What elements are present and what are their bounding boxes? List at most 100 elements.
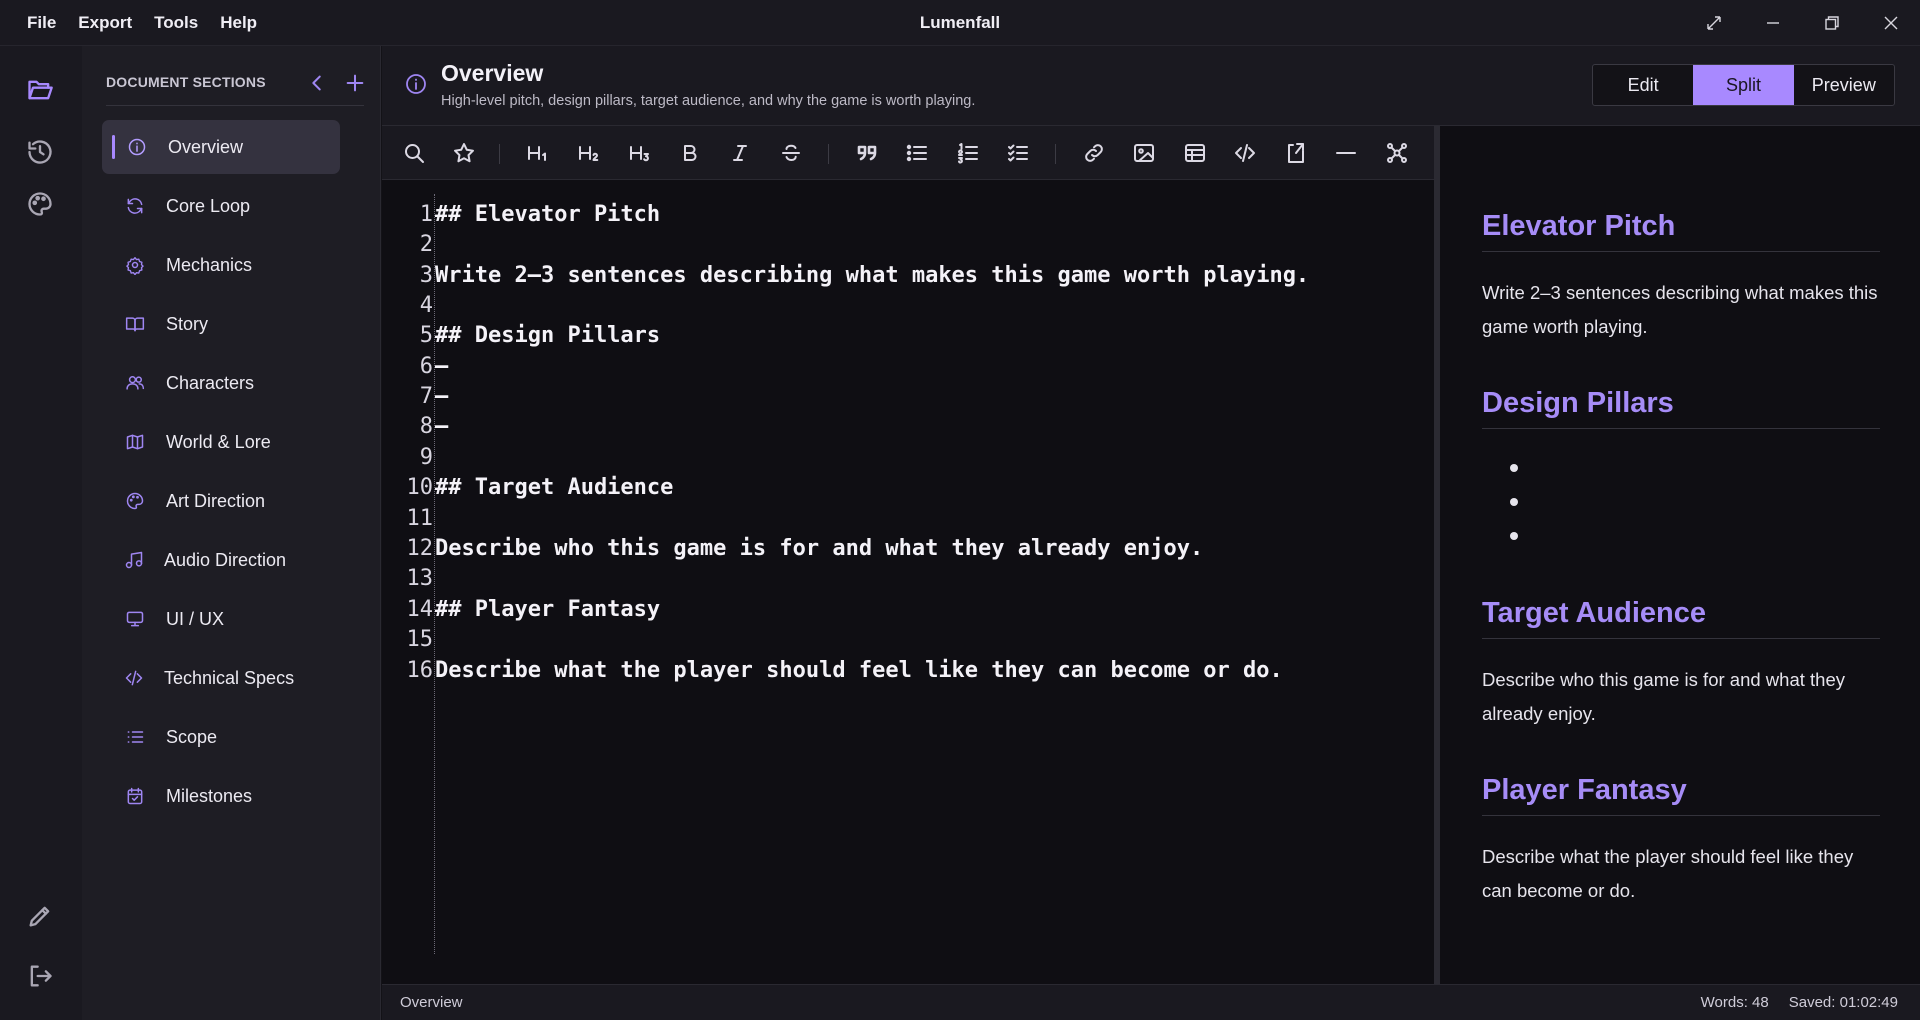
- horizontal-rule-button[interactable]: [1332, 139, 1360, 167]
- minimize-button[interactable]: [1743, 0, 1802, 46]
- diagram-button[interactable]: [1383, 139, 1411, 167]
- chevron-left-icon: [312, 75, 321, 91]
- fullscreen-button[interactable]: [1684, 0, 1743, 46]
- folder-open-icon: [28, 80, 53, 100]
- music-icon: [124, 549, 144, 571]
- insert-template-button[interactable]: [1282, 139, 1310, 167]
- status-right: Words: 48 Saved: 01:02:49: [1701, 994, 1898, 1011]
- sidebar-item-scope[interactable]: Scope: [102, 710, 278, 764]
- sidebar-header: DOCUMENT SECTIONS: [106, 66, 364, 106]
- menu-export[interactable]: Export: [67, 13, 143, 33]
- sidebar-item-core-loop[interactable]: Core Loop: [102, 179, 278, 233]
- bold-icon: [684, 145, 697, 161]
- sidebar-item-label: Scope: [166, 726, 218, 747]
- menu-help[interactable]: Help: [209, 13, 268, 33]
- nodes-icon: [1387, 143, 1407, 163]
- minimize-icon: [1766, 22, 1779, 24]
- code-line: 2: [419, 232, 433, 257]
- preview-heading: Elevator Pitch: [1482, 210, 1880, 252]
- users-icon: [124, 372, 146, 394]
- rail-history-button[interactable]: [18, 130, 62, 174]
- code-block-button[interactable]: [1231, 139, 1259, 167]
- code-line: 6–: [419, 354, 449, 379]
- edit-mode-button[interactable]: Edit: [1593, 65, 1693, 105]
- split-mode-button[interactable]: Split: [1693, 65, 1794, 105]
- sidebar-item-label: Story: [166, 313, 209, 334]
- rail-theme-button[interactable]: [18, 182, 62, 226]
- plus-icon: [346, 74, 364, 92]
- document-header: Overview High-level pitch, design pillar…: [382, 46, 1920, 126]
- sidebar-item-label: Characters: [166, 372, 255, 393]
- code-line: 4: [419, 293, 433, 318]
- clipboard-icon: [1288, 143, 1304, 163]
- restore-button[interactable]: [1802, 0, 1861, 46]
- code-line: 7–: [419, 384, 449, 409]
- heading-2-icon: [579, 146, 599, 161]
- strikethrough-button[interactable]: [777, 139, 805, 167]
- heading-2-button[interactable]: [575, 139, 603, 167]
- bold-button[interactable]: [676, 139, 704, 167]
- logout-icon: [30, 965, 52, 987]
- preview-paragraph: Write 2–3 sentences describing what make…: [1482, 282, 1878, 337]
- view-mode-toggle: Edit Split Preview: [1592, 64, 1895, 106]
- preview-mode-button[interactable]: Preview: [1794, 65, 1894, 105]
- code-line: 11: [406, 506, 434, 531]
- search-button[interactable]: [400, 139, 428, 167]
- heading-1-button[interactable]: [524, 139, 552, 167]
- sidebar-item-story[interactable]: Story: [102, 297, 278, 351]
- insert-link-button[interactable]: [1080, 139, 1108, 167]
- task-list-button[interactable]: [1004, 139, 1032, 167]
- numbered-list-button[interactable]: [954, 139, 982, 167]
- sidebar-item-ui-ux[interactable]: UI / UX: [102, 592, 278, 646]
- preview-bullet: [1510, 498, 1518, 506]
- markdown-editor[interactable]: 1## Elevator Pitch 2 3Write 2–3 sentence…: [382, 180, 1438, 984]
- sidebar-item-world-lore[interactable]: World & Lore: [102, 415, 278, 469]
- rail-documents-button[interactable]: [18, 68, 62, 112]
- bullet-list-icon: [906, 144, 927, 162]
- saved-time: Saved: 01:02:49: [1788, 994, 1898, 1011]
- heading-3-button[interactable]: [626, 139, 654, 167]
- code-line: 10## Target Audience: [406, 475, 674, 500]
- rail-logout-button[interactable]: [18, 954, 62, 998]
- code-line: 14## Player Fantasy: [406, 597, 661, 622]
- collapse-sidebar-button[interactable]: [304, 70, 330, 96]
- code-icon: [1235, 144, 1255, 162]
- status-bar: Overview Words: 48 Saved: 01:02:49: [382, 984, 1920, 1020]
- favorite-button[interactable]: [450, 139, 478, 167]
- sidebar-item-label: World & Lore: [166, 431, 271, 452]
- menu-file[interactable]: File: [16, 13, 67, 33]
- sidebar-item-label: Overview: [168, 136, 244, 157]
- sidebar-title: DOCUMENT SECTIONS: [106, 74, 266, 90]
- title-bar: File Export Tools Help Lumenfall: [0, 0, 1920, 46]
- preview-pane: Elevator Pitch Write 2–3 sentences descr…: [1440, 126, 1920, 984]
- rail-edit-button[interactable]: [18, 894, 62, 938]
- sidebar-item-mechanics[interactable]: Mechanics: [102, 238, 278, 292]
- code-line: 5## Design Pillars: [419, 323, 661, 348]
- map-icon: [124, 431, 146, 453]
- close-button[interactable]: [1861, 0, 1920, 46]
- bullet-list-button[interactable]: [903, 139, 931, 167]
- italic-button[interactable]: [726, 139, 754, 167]
- star-icon: [454, 143, 474, 163]
- menu-bar: File Export Tools Help: [16, 0, 268, 46]
- code-line: 8–: [419, 414, 449, 439]
- toolbar-separator: [1055, 144, 1056, 164]
- code-line: 9: [419, 445, 433, 470]
- preview-bullet: [1510, 532, 1518, 540]
- add-section-button[interactable]: [342, 70, 368, 96]
- sidebar-item-technical-specs[interactable]: Technical Specs: [102, 651, 294, 705]
- restore-icon: [1824, 16, 1839, 30]
- italic-icon: [733, 145, 747, 161]
- blockquote-button[interactable]: [853, 139, 881, 167]
- sidebar-item-art-direction[interactable]: Art Direction: [102, 474, 278, 528]
- close-icon: [1884, 16, 1897, 30]
- sidebar-item-overview[interactable]: Overview: [102, 120, 340, 174]
- sidebar-item-milestones[interactable]: Milestones: [102, 769, 278, 823]
- sidebar-item-audio-direction[interactable]: Audio Direction: [102, 533, 286, 587]
- status-current-section: Overview: [400, 994, 463, 1011]
- insert-image-button[interactable]: [1130, 139, 1158, 167]
- menu-tools[interactable]: Tools: [143, 13, 209, 33]
- insert-table-button[interactable]: [1181, 139, 1209, 167]
- sidebar-item-characters[interactable]: Characters: [102, 356, 278, 410]
- book-icon: [124, 313, 146, 335]
